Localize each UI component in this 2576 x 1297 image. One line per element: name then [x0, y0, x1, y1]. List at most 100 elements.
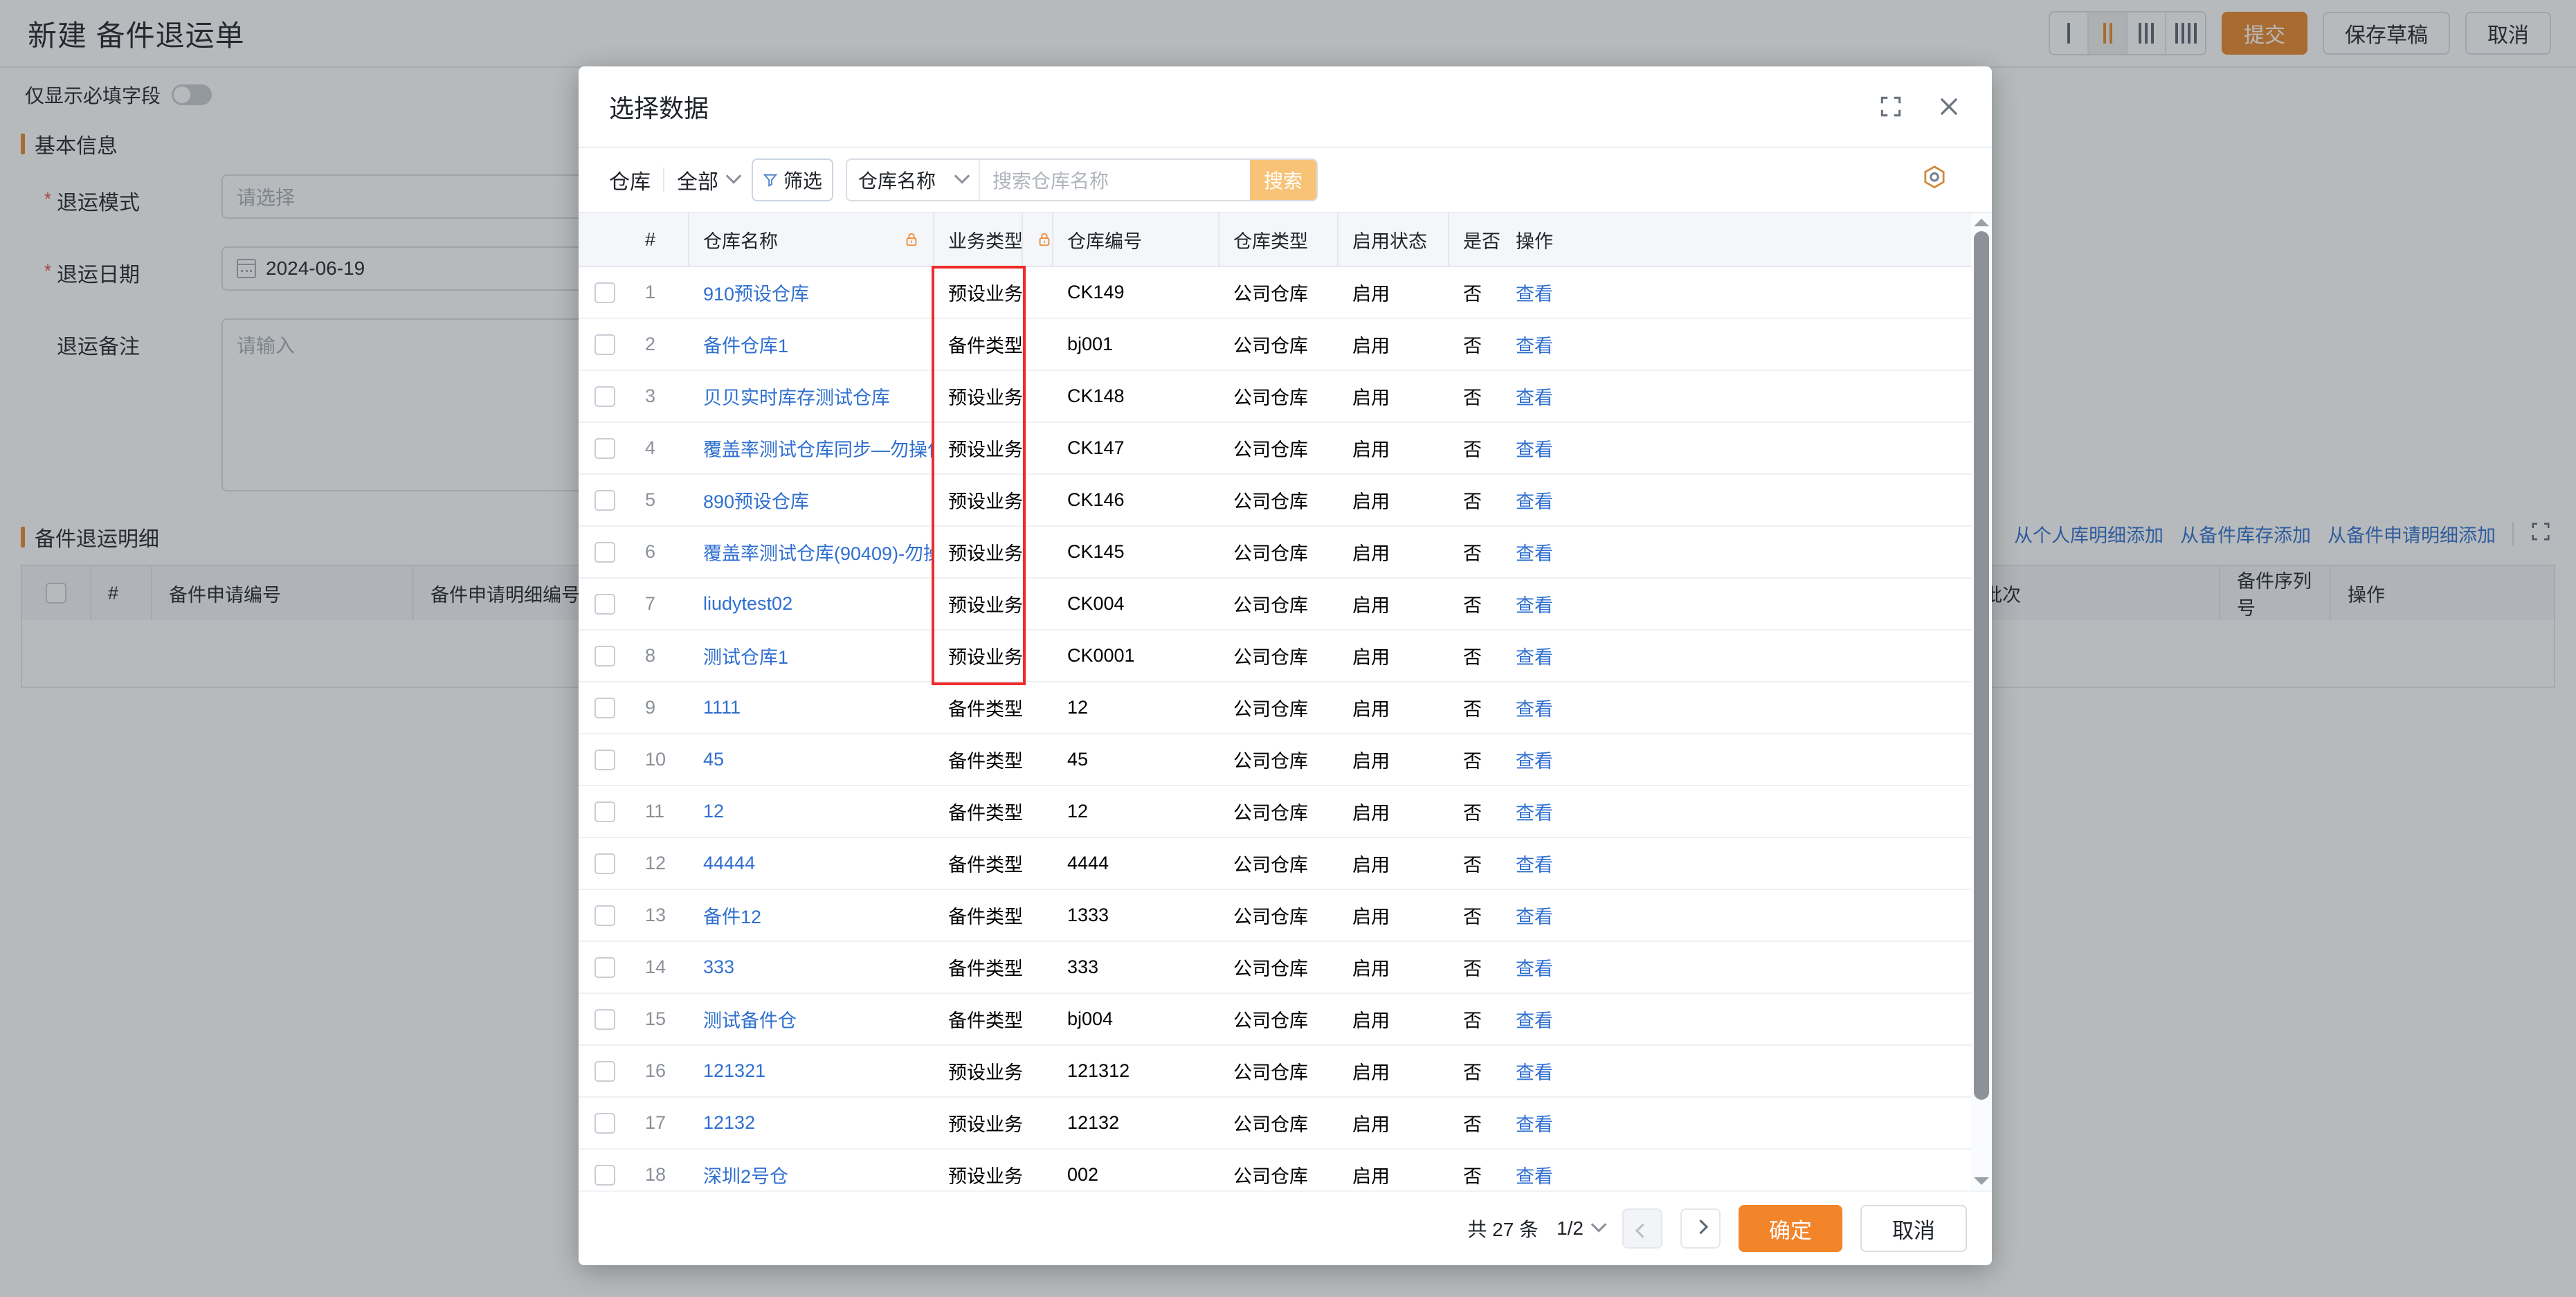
- row-checkbox-cell[interactable]: [579, 527, 631, 577]
- cell-warehouse-name[interactable]: 覆盖率测试仓库同步—勿操作: [689, 423, 934, 473]
- prev-page-button[interactable]: [1622, 1208, 1662, 1249]
- row-checkbox-cell[interactable]: [579, 1046, 631, 1096]
- table-row[interactable]: 10 45 备件类型 45 公司仓库 启用 否查看: [579, 734, 1975, 786]
- row-checkbox-cell[interactable]: [579, 890, 631, 941]
- row-checkbox-cell[interactable]: [579, 631, 631, 681]
- cell-operation[interactable]: 查看: [1502, 838, 1606, 889]
- checkbox[interactable]: [595, 645, 615, 666]
- cell-operation[interactable]: 查看: [1502, 579, 1606, 629]
- cell-warehouse-name[interactable]: 910预设仓库: [689, 267, 934, 318]
- lock-icon[interactable]: [904, 230, 919, 248]
- table-row[interactable]: 8 测试仓库1 预设业务类型 CK0001 公司仓库 启用 否查看: [579, 631, 1975, 682]
- table-row[interactable]: 11 12 备件类型 12 公司仓库 启用 否查看: [579, 786, 1975, 838]
- cell-warehouse-name[interactable]: 1111: [689, 682, 934, 733]
- checkbox[interactable]: [595, 905, 615, 926]
- cell-warehouse-name[interactable]: 45: [689, 734, 934, 785]
- checkbox[interactable]: [595, 282, 615, 303]
- scope-select[interactable]: 全部: [677, 165, 742, 195]
- table-row[interactable]: 2 备件仓库1 备件类型 bj001 公司仓库 启用 否查看: [579, 319, 1975, 371]
- cell-operation[interactable]: 查看: [1502, 1098, 1606, 1148]
- search-field-select[interactable]: 仓库名称: [847, 160, 981, 200]
- table-row[interactable]: 14 333 备件类型 333 公司仓库 启用 否查看: [579, 942, 1975, 994]
- cell-operation[interactable]: 查看: [1502, 1150, 1606, 1190]
- checkbox[interactable]: [595, 541, 615, 563]
- cell-warehouse-name[interactable]: 深圳2号仓: [689, 1150, 934, 1190]
- cell-warehouse-name[interactable]: 890预设仓库: [689, 475, 934, 525]
- cell-warehouse-name[interactable]: 12: [689, 786, 934, 837]
- table-row[interactable]: 12 44444 备件类型 4444 公司仓库 启用 否查看: [579, 838, 1975, 890]
- row-checkbox-cell[interactable]: [579, 1098, 631, 1148]
- row-checkbox-cell[interactable]: [579, 786, 631, 837]
- table-row[interactable]: 9 1111 备件类型 12 公司仓库 启用 否查看: [579, 682, 1975, 734]
- cell-operation[interactable]: 查看: [1502, 475, 1606, 525]
- row-checkbox-cell[interactable]: [579, 475, 631, 525]
- search-input[interactable]: 搜索仓库名称: [980, 160, 1251, 200]
- cell-operation[interactable]: 查看: [1502, 942, 1606, 992]
- confirm-button[interactable]: 确定: [1739, 1205, 1842, 1252]
- cell-warehouse-name[interactable]: 覆盖率测试仓库(90409)-勿操作: [689, 527, 934, 577]
- cell-warehouse-name[interactable]: 贝贝实时库存测试仓库: [689, 371, 934, 421]
- cell-operation[interactable]: 查看: [1502, 734, 1606, 785]
- cell-operation[interactable]: 查看: [1502, 631, 1606, 681]
- checkbox[interactable]: [595, 697, 615, 718]
- cell-operation[interactable]: 查看: [1502, 1046, 1606, 1096]
- row-checkbox-cell[interactable]: [579, 319, 631, 370]
- row-checkbox-cell[interactable]: [579, 579, 631, 629]
- checkbox[interactable]: [595, 1008, 615, 1030]
- cell-warehouse-name[interactable]: 测试仓库1: [689, 631, 934, 681]
- table-row[interactable]: 17 12132 预设业务类型 12132 公司仓库 启用 否查看: [579, 1098, 1975, 1150]
- search-button[interactable]: 搜索: [1250, 160, 1317, 200]
- checkbox[interactable]: [595, 489, 615, 511]
- checkbox[interactable]: [595, 386, 615, 407]
- table-row[interactable]: 3 贝贝实时库存测试仓库预设业务类型 CK148 公司仓库 启用 否查看: [579, 371, 1975, 423]
- cell-warehouse-name[interactable]: 333: [689, 942, 934, 992]
- cell-operation[interactable]: 查看: [1502, 371, 1606, 421]
- close-icon[interactable]: [1934, 91, 1964, 122]
- checkbox[interactable]: [595, 801, 615, 822]
- modal-cancel-button[interactable]: 取消: [1860, 1205, 1967, 1252]
- checkbox[interactable]: [595, 853, 615, 874]
- cell-operation[interactable]: 查看: [1502, 267, 1606, 318]
- row-checkbox-cell[interactable]: [579, 734, 631, 785]
- cell-operation[interactable]: 查看: [1502, 527, 1606, 577]
- cell-operation[interactable]: 查看: [1502, 423, 1606, 473]
- cell-operation[interactable]: 查看: [1502, 682, 1606, 733]
- filter-button[interactable]: 筛选: [752, 158, 834, 201]
- checkbox[interactable]: [595, 1060, 615, 1082]
- settings-icon[interactable]: [1920, 164, 1949, 197]
- checkbox[interactable]: [595, 1164, 615, 1186]
- fullscreen-icon[interactable]: [1876, 91, 1906, 122]
- table-row[interactable]: 4 覆盖率测试仓库同步—勿操作预设业务类型 CK147 公司仓库 启用 否查看: [579, 423, 1975, 475]
- cell-warehouse-name[interactable]: 121321: [689, 1046, 934, 1096]
- row-checkbox-cell[interactable]: [579, 1150, 631, 1190]
- lock-icon[interactable]: [1037, 230, 1052, 248]
- cell-warehouse-name[interactable]: 备件12: [689, 890, 934, 941]
- table-row[interactable]: 5 890预设仓库预设业务类型 CK146 公司仓库 启用 否查看: [579, 475, 1975, 527]
- cell-operation[interactable]: 查看: [1502, 890, 1606, 941]
- table-scrollbar[interactable]: [1971, 213, 1992, 1190]
- row-checkbox-cell[interactable]: [579, 423, 631, 473]
- row-checkbox-cell[interactable]: [579, 682, 631, 733]
- checkbox[interactable]: [595, 437, 615, 459]
- cell-warehouse-name[interactable]: 备件仓库1: [689, 319, 934, 370]
- cell-warehouse-name[interactable]: 44444: [689, 838, 934, 889]
- row-checkbox-cell[interactable]: [579, 371, 631, 421]
- select-all-checkbox-cell[interactable]: [579, 213, 631, 266]
- page-indicator[interactable]: 1/2: [1557, 1217, 1607, 1240]
- scroll-up-arrow-icon[interactable]: [1974, 219, 1989, 226]
- table-row[interactable]: 15 测试备件仓 备件类型 bj004 公司仓库 启用 否查看: [579, 994, 1975, 1046]
- checkbox[interactable]: [595, 956, 615, 978]
- table-row[interactable]: 16 121321 预设业务类型 121312 公司仓库 启用 否查看: [579, 1046, 1975, 1098]
- table-row[interactable]: 18 深圳2号仓预设业务类型 002 公司仓库 启用 否查看: [579, 1150, 1975, 1190]
- scroll-down-arrow-icon[interactable]: [1974, 1177, 1989, 1185]
- table-row[interactable]: 6 覆盖率测试仓库(90409)-勿操作预设业务类型 CK145 公司仓库 启用 否查看: [579, 527, 1975, 579]
- table-row[interactable]: 1 910预设仓库预设业务类型 CK149 公司仓库 启用 否查看: [579, 267, 1975, 319]
- cell-operation[interactable]: 查看: [1502, 994, 1606, 1044]
- scrollbar-thumb[interactable]: [1974, 231, 1989, 1100]
- cell-operation[interactable]: 查看: [1502, 319, 1606, 370]
- next-page-button[interactable]: [1680, 1208, 1721, 1249]
- row-checkbox-cell[interactable]: [579, 942, 631, 992]
- cell-warehouse-name[interactable]: 12132: [689, 1098, 934, 1148]
- checkbox[interactable]: [595, 593, 615, 615]
- cell-warehouse-name[interactable]: liudytest02: [689, 579, 934, 629]
